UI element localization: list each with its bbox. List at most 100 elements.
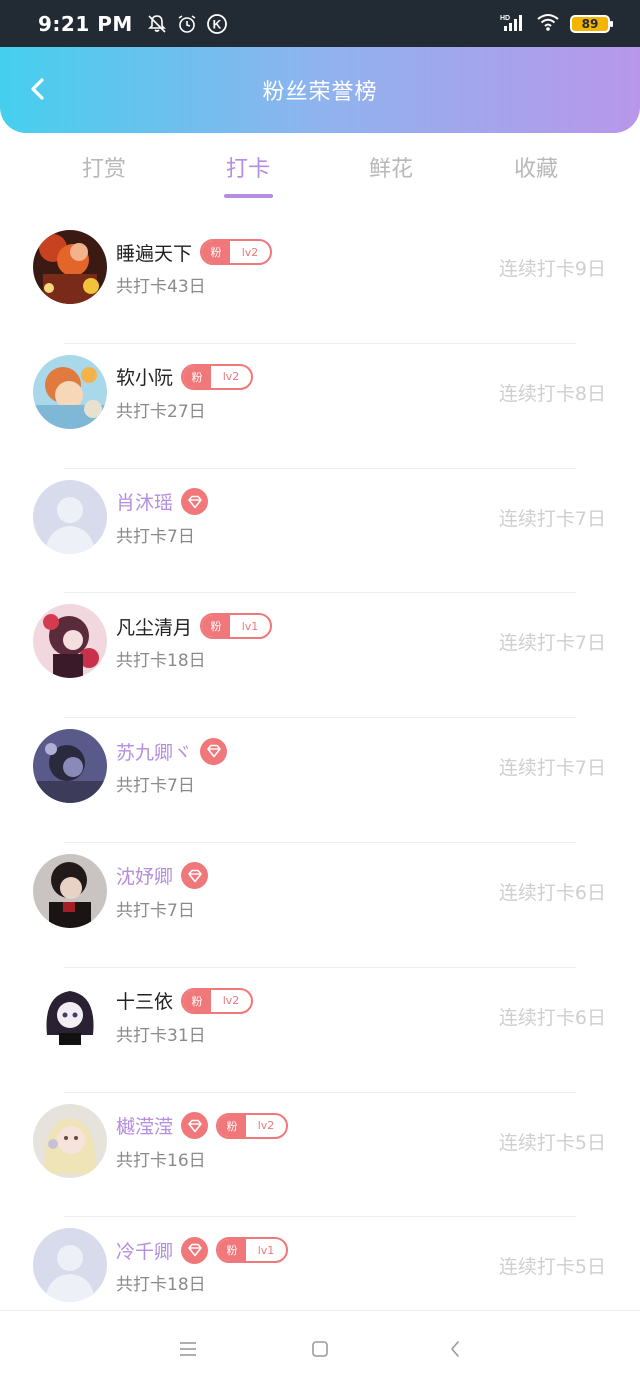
avatar[interactable] bbox=[33, 230, 107, 304]
fan-badge-level: lv2 bbox=[222, 370, 240, 384]
bell-off-icon bbox=[145, 12, 169, 36]
name-line: 沈妤卿 bbox=[116, 862, 216, 890]
streak-text: 连续打卡7日 bbox=[498, 757, 606, 780]
alarm-icon bbox=[175, 12, 199, 36]
tab-favorites[interactable]: 收藏 bbox=[476, 151, 596, 183]
fan-badge-label: 粉 bbox=[183, 365, 212, 388]
fan-name: 沈妤卿 bbox=[116, 866, 174, 889]
row-divider bbox=[64, 592, 576, 594]
row-divider bbox=[64, 342, 576, 344]
fan-list: 睡遍天下粉 lv2 共打卡43日 连续打卡9日 软小阮粉 lv2 共打卡27日 连续打卡8日肖… bbox=[0, 218, 640, 1341]
fan-row[interactable]: 沈妤卿共打卡7日 连续打卡6日 bbox=[0, 841, 640, 967]
status-time: 9:21 PM bbox=[38, 11, 133, 36]
name-line: 软小阮粉 lv2 bbox=[116, 363, 254, 391]
avatar[interactable] bbox=[33, 479, 107, 554]
fan-name: 樾滢滢 bbox=[116, 1116, 174, 1139]
avatar[interactable] bbox=[33, 853, 107, 928]
tab-bar: 打赏 打卡 鲜花 收藏 bbox=[0, 133, 640, 213]
signal-icon: HD bbox=[500, 12, 526, 36]
fan-badge-level: lv1 bbox=[241, 619, 259, 633]
tab-reward[interactable]: 打赏 bbox=[44, 151, 164, 183]
streak-text: 连续打卡7日 bbox=[498, 632, 606, 655]
fan-badge-level: lv2 bbox=[257, 1119, 275, 1133]
total-checkins: 共打卡18日 bbox=[116, 1275, 206, 1296]
avatar[interactable] bbox=[33, 978, 107, 1053]
total-checkins: 共打卡7日 bbox=[116, 526, 195, 547]
k-app-icon: K bbox=[205, 12, 229, 36]
fan-badge-label: 粉 bbox=[218, 1239, 247, 1262]
streak-text: 连续打卡5日 bbox=[498, 1131, 606, 1154]
fan-row[interactable]: 苏九卿ヾ共打卡7日 连续打卡7日 bbox=[0, 717, 640, 842]
name-line: 樾滢滢 粉 lv2 bbox=[116, 1112, 289, 1140]
back-nav-button[interactable] bbox=[443, 1337, 467, 1361]
streak-text: 连续打卡6日 bbox=[498, 881, 606, 904]
streak-text: 连续打卡8日 bbox=[498, 382, 606, 405]
tab-checkin[interactable]: 打卡 bbox=[188, 151, 308, 183]
avatar[interactable] bbox=[33, 604, 107, 679]
fan-name: 软小阮 bbox=[116, 367, 174, 390]
status-right: HD 89 bbox=[500, 12, 613, 36]
fan-badge-label: 粉 bbox=[183, 989, 212, 1012]
fan-row[interactable]: 樾滢滢 粉 lv2 共打卡16日 连续打卡5日 bbox=[0, 1091, 640, 1217]
streak-text: 连续打卡7日 bbox=[498, 507, 606, 530]
row-divider bbox=[64, 841, 576, 843]
diamond-glyph bbox=[187, 1119, 202, 1132]
fan-name: 冷千卿 bbox=[116, 1240, 174, 1263]
system-nav-bar bbox=[0, 1310, 640, 1387]
diamond-icon bbox=[200, 737, 228, 765]
row-divider bbox=[64, 467, 576, 469]
diamond-icon bbox=[181, 862, 209, 890]
streak-text: 连续打卡5日 bbox=[498, 1256, 606, 1279]
diamond-glyph bbox=[206, 744, 221, 758]
svg-text:K: K bbox=[212, 17, 221, 31]
fan-level-badge: 粉 lv2 bbox=[181, 987, 254, 1014]
fan-badge-level: lv1 bbox=[257, 1243, 275, 1257]
chevron-left-icon bbox=[31, 78, 44, 100]
home-nav-button[interactable] bbox=[308, 1337, 332, 1361]
fan-level-badge: 粉 lv2 bbox=[216, 1112, 289, 1139]
name-line: 肖沐瑶 bbox=[116, 488, 216, 516]
fan-badge-level: lv2 bbox=[222, 994, 240, 1008]
total-checkins: 共打卡27日 bbox=[116, 401, 206, 422]
diamond-icon bbox=[181, 1236, 209, 1264]
row-divider bbox=[64, 1216, 576, 1218]
battery-indicator: 89 bbox=[570, 14, 613, 33]
fan-row[interactable]: 软小阮粉 lv2 共打卡27日 连续打卡8日 bbox=[0, 342, 640, 468]
fan-badge-label: 粉 bbox=[202, 241, 231, 263]
menu-nav-button[interactable] bbox=[176, 1337, 200, 1361]
diamond-glyph bbox=[187, 869, 202, 883]
fan-badge-label: 粉 bbox=[202, 615, 231, 638]
menu-icon bbox=[180, 1342, 196, 1356]
name-line: 苏九卿ヾ bbox=[116, 737, 235, 765]
total-checkins: 共打卡7日 bbox=[116, 776, 195, 797]
fan-row[interactable]: 凡尘清月粉 lv1 共打卡18日 连续打卡7日 bbox=[0, 592, 640, 717]
total-checkins: 共打卡16日 bbox=[116, 1150, 206, 1171]
page-title: 粉丝荣誉榜 bbox=[262, 80, 378, 105]
back-button[interactable] bbox=[18, 69, 58, 109]
fan-name: 十三依 bbox=[116, 991, 174, 1014]
diamond-icon bbox=[181, 1112, 209, 1140]
total-checkins: 共打卡7日 bbox=[116, 900, 195, 921]
avatar[interactable] bbox=[33, 354, 107, 429]
avatar[interactable] bbox=[33, 1228, 107, 1303]
tab-flowers[interactable]: 鲜花 bbox=[331, 151, 451, 183]
fan-row[interactable]: 睡遍天下粉 lv2 共打卡43日 连续打卡9日 bbox=[0, 218, 640, 343]
avatar[interactable] bbox=[33, 1103, 107, 1178]
header: 粉丝荣誉榜 bbox=[0, 47, 640, 133]
fan-row[interactable]: 十三依粉 lv2 共打卡31日 连续打卡6日 bbox=[0, 966, 640, 1092]
diamond-glyph bbox=[187, 495, 202, 508]
network-label: HD bbox=[500, 15, 510, 22]
fan-row[interactable]: 肖沐瑶共打卡7日 连续打卡7日 bbox=[0, 467, 640, 593]
avatar[interactable] bbox=[33, 729, 107, 804]
name-line: 凡尘清月粉 lv1 bbox=[116, 612, 273, 640]
fan-badge-level: lv2 bbox=[241, 245, 259, 259]
row-divider bbox=[64, 1091, 576, 1093]
streak-text: 连续打卡6日 bbox=[498, 1006, 606, 1029]
name-line: 十三依粉 lv2 bbox=[116, 987, 254, 1015]
square-icon bbox=[312, 1341, 328, 1357]
name-line: 睡遍天下粉 lv2 bbox=[116, 238, 273, 266]
fan-level-badge: 粉 lv2 bbox=[200, 239, 273, 265]
row-divider bbox=[64, 966, 576, 968]
total-checkins: 共打卡43日 bbox=[116, 277, 206, 297]
fan-level-badge: 粉 lv1 bbox=[200, 613, 273, 640]
